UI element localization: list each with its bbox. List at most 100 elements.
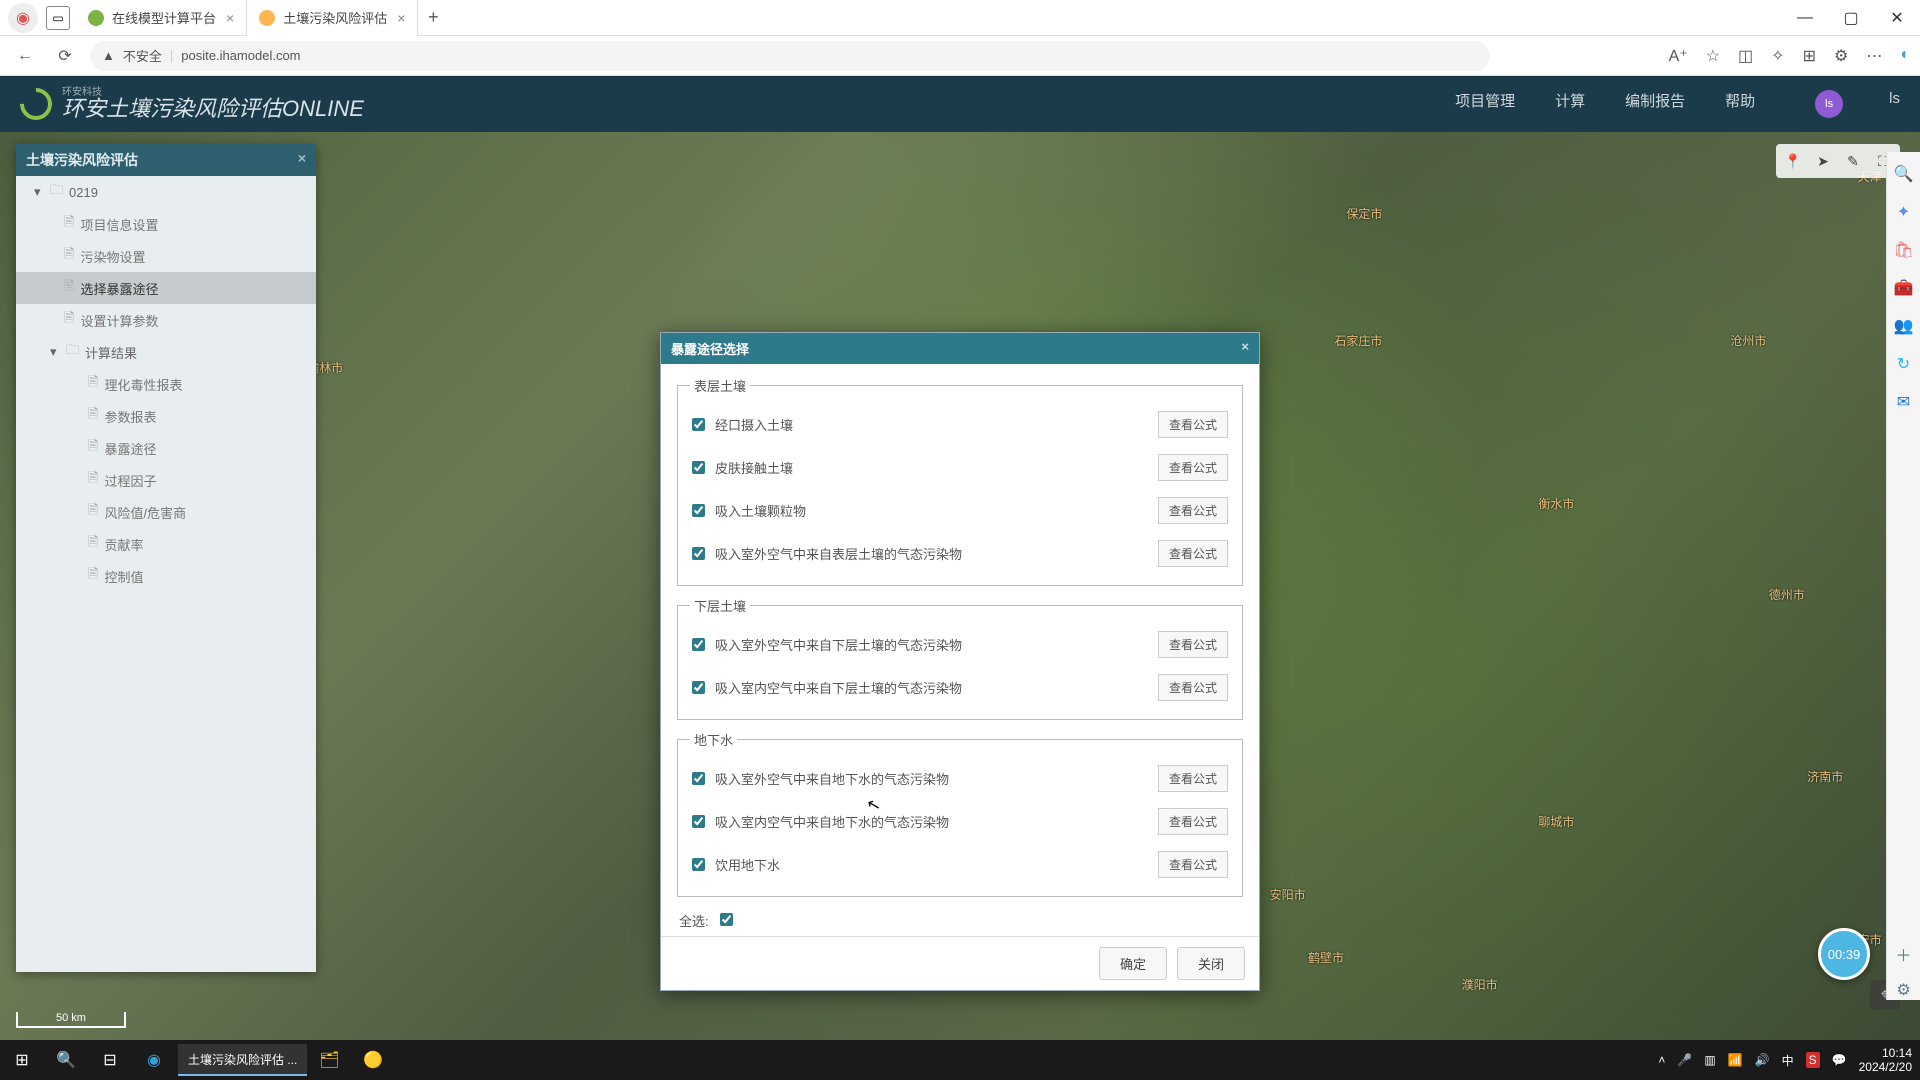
path-checkbox[interactable] (692, 418, 705, 431)
tree-item-param-report[interactable]: 🖹参数报表 (16, 400, 316, 432)
read-aloud-icon[interactable]: A⁺ (1669, 46, 1688, 66)
minimize-button[interactable]: — (1782, 0, 1828, 36)
performance-icon[interactable]: ⚙ (1834, 46, 1848, 66)
edit-icon[interactable]: ✎ (1840, 148, 1866, 174)
path-checkbox[interactable] (692, 772, 705, 785)
path-checkbox[interactable] (692, 461, 705, 474)
tree-item-calc-params[interactable]: 🖹设置计算参数 (16, 304, 316, 336)
modal-footer: 确定 关闭 (661, 936, 1259, 990)
recording-timer[interactable]: 00:39 (1818, 928, 1870, 980)
toolbox-icon[interactable]: 🧰 (1894, 278, 1914, 298)
taskbar-app-pill[interactable]: 土壤污染风险评估 ... (178, 1044, 307, 1076)
chevron-up-icon[interactable]: ˄ (1658, 1053, 1665, 1067)
select-all-checkbox[interactable] (720, 913, 733, 926)
tree-results-root[interactable]: ▾🗀计算结果 (16, 336, 316, 368)
notifications-icon[interactable]: 💬 (1832, 1053, 1847, 1067)
view-formula-button[interactable]: 查看公式 (1158, 765, 1228, 792)
url-box[interactable]: ▲ 不安全 | posite.ihamodel.com (90, 41, 1490, 71)
path-row: 吸入室外空气中来自表层土壤的气态污染物 查看公式 (690, 532, 1230, 575)
outlook-icon[interactable]: ✉ (1894, 392, 1914, 412)
favorite-icon[interactable]: ☆ (1706, 46, 1720, 66)
clock[interactable]: 10:14 2024/2/20 (1859, 1046, 1912, 1075)
avatar[interactable]: ls (1815, 90, 1843, 118)
path-checkbox[interactable] (692, 638, 705, 651)
path-checkbox[interactable] (692, 815, 705, 828)
close-icon[interactable]: × (298, 150, 306, 170)
mic-icon[interactable]: 🎤 (1677, 1053, 1692, 1067)
close-window-button[interactable]: ✕ (1874, 0, 1920, 36)
view-formula-button[interactable]: 查看公式 (1158, 411, 1228, 438)
edge-taskbar-icon[interactable]: ◉ (132, 1040, 176, 1080)
view-formula-button[interactable]: 查看公式 (1158, 851, 1228, 878)
tree-item-contribution[interactable]: 🖹贡献率 (16, 528, 316, 560)
close-icon[interactable]: × (1241, 339, 1249, 358)
tab-soil-risk[interactable]: 土壤污染风险评估 × (247, 0, 418, 36)
path-checkbox[interactable] (692, 681, 705, 694)
nav-report[interactable]: 编制报告 (1625, 90, 1685, 118)
split-icon[interactable]: ◫ (1738, 46, 1753, 66)
ime-icon[interactable]: 中 (1782, 1052, 1794, 1069)
close-icon[interactable]: × (397, 10, 405, 26)
add-icon[interactable]: ＋ (1894, 942, 1914, 962)
close-icon[interactable]: × (226, 10, 234, 26)
ime-brand-icon[interactable]: S (1806, 1052, 1820, 1068)
loop-icon[interactable]: ↻ (1894, 354, 1914, 374)
search-button[interactable]: 🔍 (44, 1040, 88, 1080)
ok-button[interactable]: 确定 (1099, 947, 1167, 980)
extensions-icon[interactable]: ⊞ (1803, 46, 1816, 66)
settings-icon[interactable]: ⚙ (1894, 980, 1914, 1000)
maximize-button[interactable]: ▢ (1828, 0, 1874, 36)
collections-icon[interactable]: ✧ (1771, 46, 1784, 66)
view-formula-button[interactable]: 查看公式 (1158, 497, 1228, 524)
menu-icon[interactable]: ⋯ (1866, 46, 1882, 66)
tree-item-control[interactable]: 🖹控制值 (16, 560, 316, 592)
path-label: 吸入室内空气中来自地下水的气态污染物 (715, 812, 1158, 831)
refresh-button[interactable]: ⟳ (50, 46, 80, 66)
tab-model-platform[interactable]: 在线模型计算平台 × (76, 0, 247, 36)
back-button[interactable]: ← (10, 47, 40, 65)
start-button[interactable]: ⊞ (0, 1040, 44, 1080)
tree-item-exposure-path[interactable]: 🖹暴露途径 (16, 432, 316, 464)
taskbar: ⊞ 🔍 ⊟ ◉ 土壤污染风险评估 ... 🗂 🟡 ˄ 🎤 ▥ 📶 🔊 中 S 💬… (0, 1040, 1920, 1080)
modal-header[interactable]: 暴露途径选择 × (661, 333, 1259, 364)
nav-calc[interactable]: 计算 (1555, 90, 1585, 118)
chrome-icon[interactable]: 🟡 (351, 1040, 395, 1080)
view-formula-button[interactable]: 查看公式 (1158, 674, 1228, 701)
new-tab-button[interactable]: + (418, 7, 448, 28)
tree-item-physchem[interactable]: 🖹理化毒性报表 (16, 368, 316, 400)
profile-icon[interactable]: ◉ (8, 3, 38, 33)
tree-item-exposure-select[interactable]: 🖹选择暴露途径 (16, 272, 316, 304)
tree-item-info[interactable]: 🖹项目信息设置 (16, 208, 316, 240)
tree-item-risk-hazard[interactable]: 🖹风险值/危害商 (16, 496, 316, 528)
map-canvas[interactable]: 天津 保定市 石家庄市 沧州市 衡水市 德州市 济南市 聊城市 泰安市 榆林市 … (0, 132, 1920, 1040)
people-icon[interactable]: 👥 (1894, 316, 1914, 336)
view-formula-button[interactable]: 查看公式 (1158, 454, 1228, 481)
shopping-icon[interactable]: 🛍 (1894, 240, 1914, 260)
explorer-icon[interactable]: 🗂 (307, 1040, 351, 1080)
pin-icon[interactable]: 📍 (1780, 148, 1806, 174)
tree-item-pollutant[interactable]: 🖹污染物设置 (16, 240, 316, 272)
task-view-button[interactable]: ⊟ (88, 1040, 132, 1080)
battery-icon[interactable]: ▥ (1704, 1053, 1715, 1067)
view-formula-button[interactable]: 查看公式 (1158, 808, 1228, 835)
tree-project-root[interactable]: ▾🗀0219 (16, 176, 316, 208)
copilot-icon[interactable]: ◐ (1900, 46, 1910, 66)
map-city-label: 聊城市 (1538, 813, 1574, 830)
url-text: posite.ihamodel.com (181, 48, 300, 63)
tree-item-process-factor[interactable]: 🖹过程因子 (16, 464, 316, 496)
path-checkbox[interactable] (692, 858, 705, 871)
close-button[interactable]: 关闭 (1177, 947, 1245, 980)
wifi-icon[interactable]: 📶 (1728, 1053, 1743, 1067)
chat-icon[interactable]: ✦ (1894, 202, 1914, 222)
pointer-icon[interactable]: ➤ (1810, 148, 1836, 174)
volume-icon[interactable]: 🔊 (1755, 1053, 1770, 1067)
view-formula-button[interactable]: 查看公式 (1158, 540, 1228, 567)
path-checkbox[interactable] (692, 504, 705, 517)
tab-title: 在线模型计算平台 (112, 8, 216, 27)
tab-manager-icon[interactable]: ▭ (46, 6, 70, 30)
nav-help[interactable]: 帮助 (1725, 90, 1755, 118)
view-formula-button[interactable]: 查看公式 (1158, 631, 1228, 658)
search-icon[interactable]: 🔍 (1894, 164, 1914, 184)
path-checkbox[interactable] (692, 547, 705, 560)
nav-project[interactable]: 项目管理 (1455, 90, 1515, 118)
